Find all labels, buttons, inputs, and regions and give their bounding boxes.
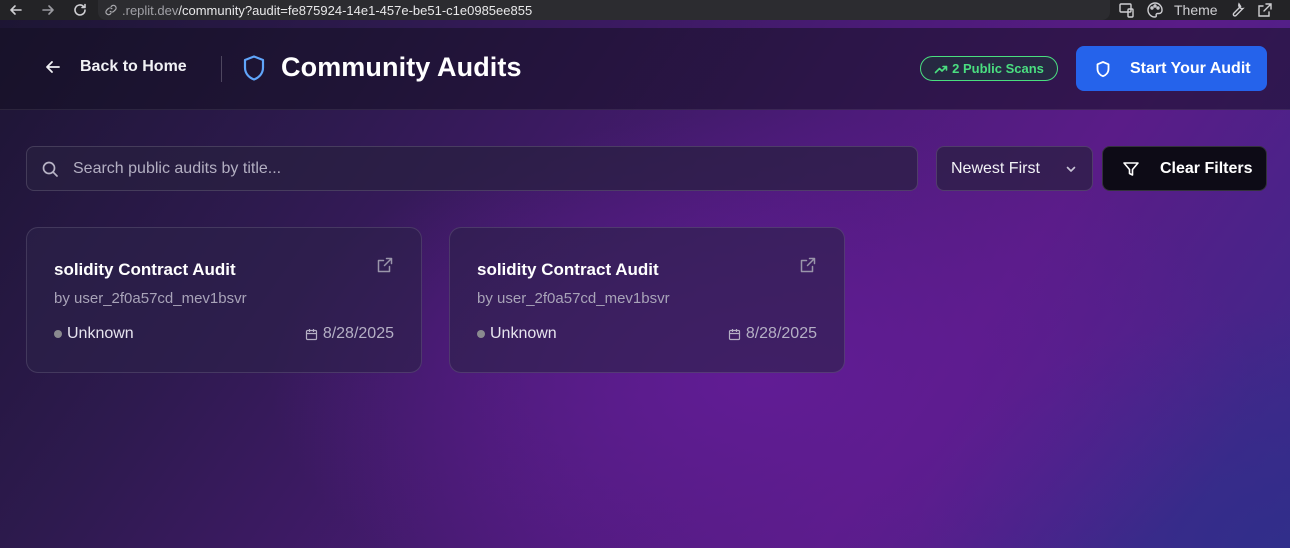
header-divider [221,56,222,82]
browser-forward-icon[interactable] [38,0,58,20]
external-link-icon[interactable] [376,256,394,274]
audit-title: solidity Contract Audit [477,260,659,279]
back-to-home-label: Back to Home [80,58,187,75]
audit-date: 8/28/2025 [305,325,394,343]
device-preview-icon[interactable] [1118,1,1136,19]
browser-toolbar: .replit.dev/community?audit=fe875924-14e… [0,0,1290,20]
trending-up-icon [934,65,948,73]
back-to-home-link[interactable]: Back to Home [44,58,187,76]
audit-date-label: 8/28/2025 [745,325,817,342]
start-audit-button[interactable]: Start Your Audit [1076,46,1267,91]
status-dot-icon [54,330,62,338]
audit-author: by user_2f0a57cd_mev1bsvr [477,290,670,307]
search-field[interactable] [26,146,918,191]
page-title-group: Community Audits [241,52,522,83]
calendar-icon [305,328,317,340]
sort-selected-value: Newest First [951,159,1040,177]
audit-card[interactable]: solidity Contract Audit by user_2f0a57cd… [26,227,422,373]
audit-date: 8/28/2025 [728,325,817,343]
arrow-left-icon [46,61,60,73]
clear-filters-button[interactable]: Clear Filters [1102,146,1267,191]
shield-icon [1096,60,1110,77]
calendar-icon [728,328,740,340]
browser-tools: Theme [1118,0,1274,20]
start-audit-label: Start Your Audit [1130,59,1251,77]
browser-reload-icon[interactable] [70,0,90,20]
public-scans-label: 2 Public Scans [952,61,1044,76]
audit-status-label: Unknown [67,325,134,342]
address-bar[interactable]: .replit.dev/community?audit=fe875924-14e… [98,0,1110,20]
palette-icon[interactable] [1146,1,1164,19]
sort-select[interactable]: Newest First [936,146,1093,191]
url-path: /community?audit=fe875924-14e1-457e-be51… [178,2,533,18]
url-domain: .replit.dev [122,2,179,18]
link-icon [105,4,117,16]
search-icon [42,161,58,177]
shield-icon [243,54,265,81]
search-input[interactable] [73,159,893,178]
audit-status: Unknown [477,325,557,343]
audit-status: Unknown [54,325,134,343]
filter-icon [1123,161,1139,176]
audit-card[interactable]: solidity Contract Audit by user_2f0a57cd… [449,227,845,373]
public-scans-badge: 2 Public Scans [920,56,1058,81]
status-dot-icon [477,330,485,338]
browser-back-icon[interactable] [6,0,26,20]
external-link-icon[interactable] [799,256,817,274]
wrench-icon[interactable] [1228,1,1246,19]
audit-status-label: Unknown [490,325,557,342]
open-external-icon[interactable] [1256,1,1274,19]
audit-title: solidity Contract Audit [54,260,236,279]
audit-author: by user_2f0a57cd_mev1bsvr [54,290,247,307]
theme-label[interactable]: Theme [1174,2,1218,18]
audit-date-label: 8/28/2025 [322,325,394,342]
page-title: Community Audits [281,52,522,82]
clear-filters-label: Clear Filters [1160,159,1253,177]
chevron-down-icon [1066,166,1076,172]
page-header: Back to Home Community Audits 2 Public S… [0,28,1290,110]
